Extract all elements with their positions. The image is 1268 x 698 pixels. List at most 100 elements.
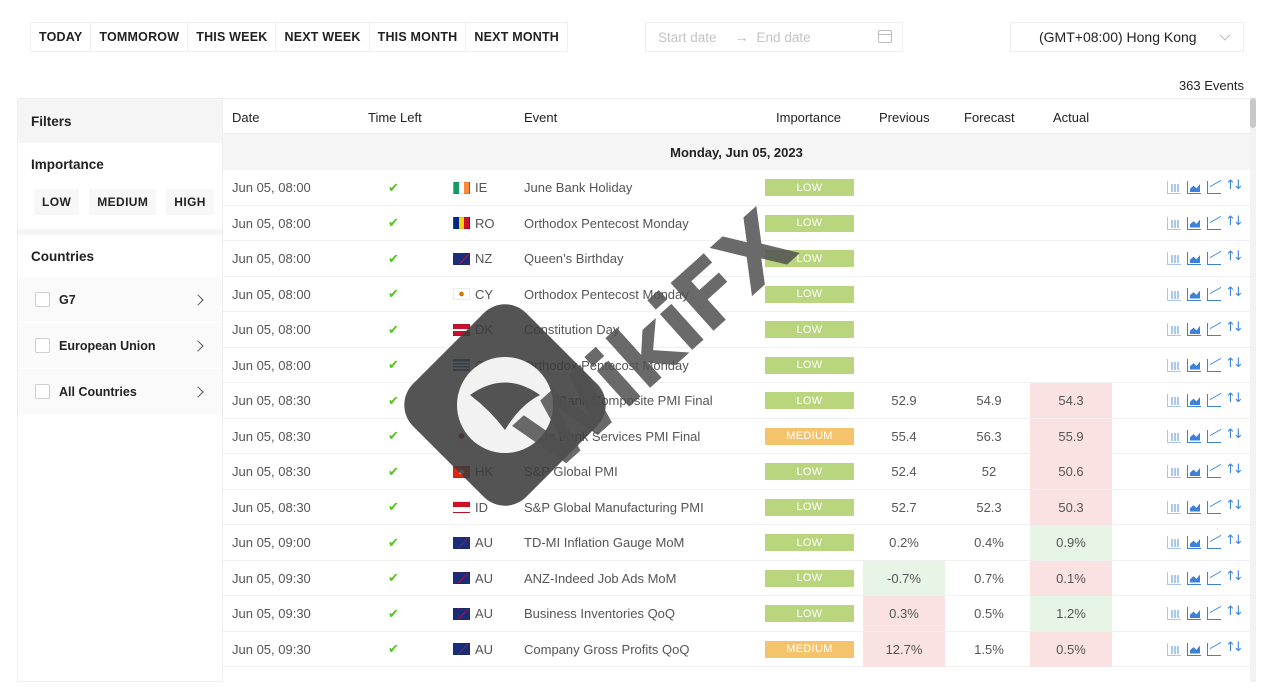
header-previous[interactable]: Previous xyxy=(879,110,930,125)
line-chart-icon[interactable] xyxy=(1207,216,1221,230)
table-row[interactable]: Jun 05, 08:30 ✔ ID S&P Global Manufacturing… xyxy=(223,489,1250,525)
sort-icon[interactable] xyxy=(1225,249,1241,265)
sort-icon[interactable] xyxy=(1225,604,1241,620)
area-chart-icon[interactable] xyxy=(1187,181,1201,194)
line-chart-icon[interactable] xyxy=(1207,287,1221,301)
area-chart-icon[interactable] xyxy=(1187,571,1201,585)
table-row[interactable]: Jun 05, 09:30 ✔ AU Company Gross Profits Qo… xyxy=(223,631,1250,667)
range-this-week-button[interactable]: THIS WEEK xyxy=(188,23,277,51)
range-today-button[interactable]: TODAY xyxy=(31,23,92,51)
scrollbar-thumb[interactable] xyxy=(1250,98,1256,128)
header-time-left[interactable]: Time Left xyxy=(368,110,422,125)
line-chart-icon[interactable] xyxy=(1207,323,1221,336)
area-chart-icon[interactable] xyxy=(1187,252,1201,265)
chevron-right-icon[interactable] xyxy=(192,340,204,352)
sort-icon[interactable] xyxy=(1225,391,1241,407)
sort-icon[interactable] xyxy=(1225,533,1241,549)
table-row[interactable]: Jun 05, 08:30 ✔ JP Jibun Bank Composite PMI… xyxy=(223,383,1250,419)
row-event-name[interactable]: Jibun Bank Composite PMI Final xyxy=(524,383,713,418)
area-chart-icon[interactable] xyxy=(1187,607,1201,620)
table-row[interactable]: Jun 05, 09:30 ✔ AU ANZ-Indeed Job Ads MoM LO… xyxy=(223,560,1250,596)
sort-icon[interactable] xyxy=(1225,427,1241,443)
importance-medium-button[interactable]: MEDIUM xyxy=(89,189,157,215)
row-event-name[interactable]: S&P Global PMI xyxy=(524,454,618,489)
area-chart-icon[interactable] xyxy=(1187,394,1201,407)
table-row[interactable]: Jun 05, 08:30 ✔ HK S&P Global PMI LOW 52.4 52 5… xyxy=(223,454,1250,490)
table-row[interactable]: Jun 05, 08:00 ✔ DK Constitution Day LOW xyxy=(223,312,1250,348)
area-chart-icon[interactable] xyxy=(1187,287,1201,301)
line-chart-icon[interactable] xyxy=(1207,394,1221,407)
line-chart-icon[interactable] xyxy=(1207,607,1221,620)
header-date[interactable]: Date xyxy=(232,110,259,125)
area-chart-icon[interactable] xyxy=(1187,642,1201,656)
bar-chart-icon[interactable] xyxy=(1167,429,1181,443)
table-row[interactable]: Jun 05, 08:00 ✔ CY Orthodox Pentecost Monda… xyxy=(223,277,1250,312)
sort-icon[interactable] xyxy=(1225,569,1241,585)
bar-chart-icon[interactable] xyxy=(1167,216,1181,230)
bar-chart-icon[interactable] xyxy=(1167,252,1181,265)
timezone-select[interactable]: (GMT+08:00) Hong Kong xyxy=(1010,22,1244,52)
sort-icon[interactable] xyxy=(1225,462,1241,478)
area-chart-icon[interactable] xyxy=(1187,429,1201,443)
bar-chart-icon[interactable] xyxy=(1167,607,1181,620)
sort-icon[interactable] xyxy=(1225,178,1241,194)
chevron-right-icon[interactable] xyxy=(192,294,204,306)
area-chart-icon[interactable] xyxy=(1187,216,1201,230)
bar-chart-icon[interactable] xyxy=(1167,465,1181,478)
line-chart-icon[interactable] xyxy=(1207,181,1221,194)
table-row[interactable]: Jun 05, 08:00 ✔ NZ Queen’s Birthday LOW xyxy=(223,241,1250,277)
importance-high-button[interactable]: HIGH xyxy=(166,189,214,215)
range-next-month-button[interactable]: NEXT MONTH xyxy=(466,23,568,51)
line-chart-icon[interactable] xyxy=(1207,429,1221,443)
area-chart-icon[interactable] xyxy=(1187,358,1201,372)
range-tomorrow-button[interactable]: TOMMOROW xyxy=(91,23,189,51)
row-event-name[interactable]: TD-MI Inflation Gauge MoM xyxy=(524,525,684,560)
row-event-name[interactable]: Business Inventories QoQ xyxy=(524,596,675,631)
line-chart-icon[interactable] xyxy=(1207,500,1221,514)
eu-checkbox[interactable] xyxy=(35,338,50,353)
row-event-name[interactable]: Constitution Day xyxy=(524,312,619,347)
bar-chart-icon[interactable] xyxy=(1167,358,1181,372)
sort-icon[interactable] xyxy=(1225,356,1241,372)
row-event-name[interactable]: Company Gross Profits QoQ xyxy=(524,632,689,667)
area-chart-icon[interactable] xyxy=(1187,323,1201,336)
bar-chart-icon[interactable] xyxy=(1167,323,1181,336)
line-chart-icon[interactable] xyxy=(1207,536,1221,549)
table-row[interactable]: Jun 05, 08:30 ✔ JP Jibun Bank Services PMI … xyxy=(223,418,1250,454)
sort-icon[interactable] xyxy=(1225,285,1241,301)
line-chart-icon[interactable] xyxy=(1207,252,1221,265)
line-chart-icon[interactable] xyxy=(1207,465,1221,478)
table-row[interactable]: Jun 05, 08:00 ✔ IE June Bank Holiday LOW xyxy=(223,170,1250,206)
end-date-input[interactable]: End date xyxy=(757,30,811,45)
bar-chart-icon[interactable] xyxy=(1167,394,1181,407)
row-event-name[interactable]: Orthodox Pentecost Monday xyxy=(524,348,689,383)
area-chart-icon[interactable] xyxy=(1187,500,1201,514)
area-chart-icon[interactable] xyxy=(1187,536,1201,549)
row-event-name[interactable]: Orthodox Pentecost Monday xyxy=(524,206,689,241)
range-next-week-button[interactable]: NEXT WEEK xyxy=(276,23,370,51)
header-importance[interactable]: Importance xyxy=(776,110,841,125)
header-event[interactable]: Event xyxy=(524,110,557,125)
country-group-eu[interactable]: European Union xyxy=(18,323,222,369)
row-event-name[interactable]: S&P Global Manufacturing PMI xyxy=(524,490,704,525)
table-row[interactable]: Jun 05, 08:00 ✔ GR Orthodox Pentecost Monda… xyxy=(223,348,1250,383)
all-countries-checkbox[interactable] xyxy=(35,384,50,399)
sort-icon[interactable] xyxy=(1225,214,1241,230)
table-scrollbar[interactable] xyxy=(1250,98,1256,682)
row-event-name[interactable]: June Bank Holiday xyxy=(524,170,632,205)
date-range-picker[interactable]: Start date → End date xyxy=(645,22,903,52)
importance-low-button[interactable]: LOW xyxy=(34,189,80,215)
header-actual[interactable]: Actual xyxy=(1053,110,1089,125)
sort-icon[interactable] xyxy=(1225,320,1241,336)
bar-chart-icon[interactable] xyxy=(1167,642,1181,656)
header-forecast[interactable]: Forecast xyxy=(964,110,1015,125)
table-row[interactable]: Jun 05, 09:00 ✔ AU TD-MI Inflation Gauge Mo… xyxy=(223,525,1250,561)
sort-icon[interactable] xyxy=(1225,498,1241,514)
row-event-name[interactable]: Queen’s Birthday xyxy=(524,241,624,276)
line-chart-icon[interactable] xyxy=(1207,571,1221,585)
row-event-name[interactable]: Orthodox Pentecost Monday xyxy=(524,277,689,312)
bar-chart-icon[interactable] xyxy=(1167,287,1181,301)
sort-icon[interactable] xyxy=(1225,640,1241,656)
row-event-name[interactable]: ANZ-Indeed Job Ads MoM xyxy=(524,561,676,596)
line-chart-icon[interactable] xyxy=(1207,642,1221,656)
